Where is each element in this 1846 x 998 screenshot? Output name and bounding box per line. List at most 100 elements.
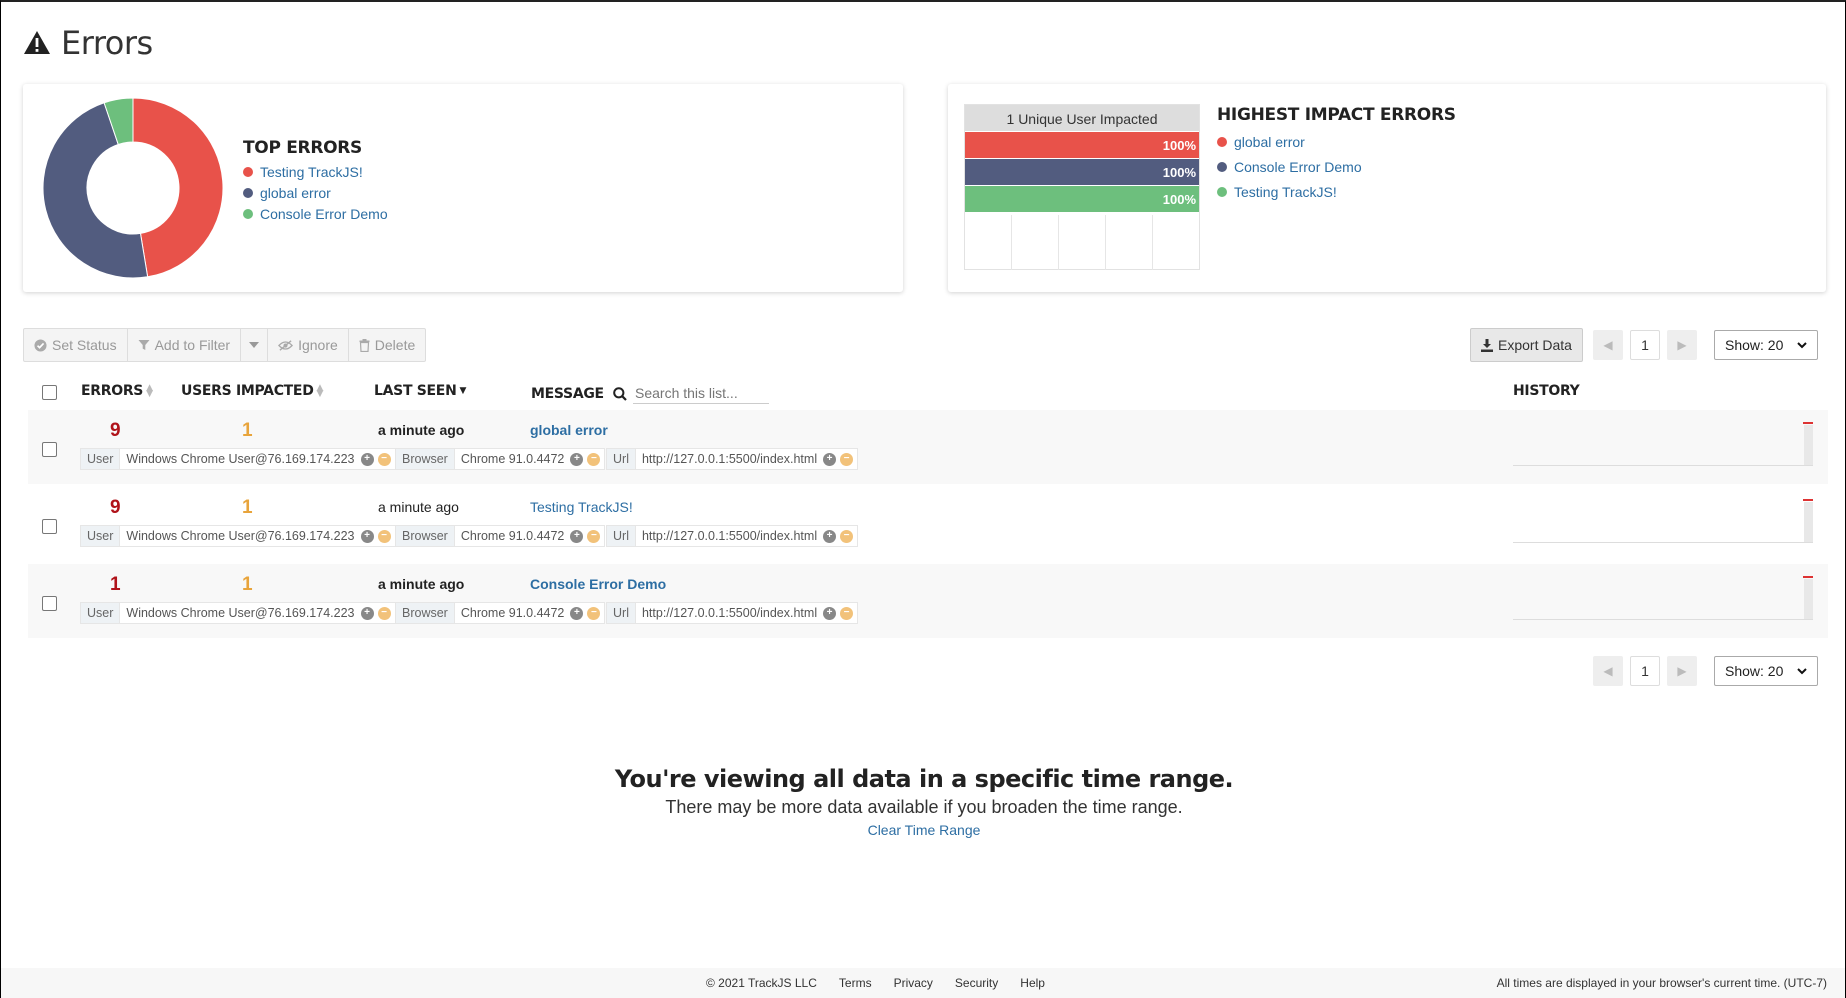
error-message-link[interactable]: Testing TrackJS! (530, 499, 633, 515)
error-count: 9 (110, 497, 121, 518)
help-link[interactable]: Help (1020, 976, 1045, 990)
table-row[interactable]: 1 1 a minute ago Console Error Demo User… (28, 564, 1828, 638)
top-errors-heading: TOP ERRORS (243, 138, 363, 158)
row-checkbox[interactable] (42, 519, 57, 534)
error-message-link[interactable]: global error (530, 422, 608, 438)
legend-item: global error (243, 185, 388, 201)
users-impacted-column-header[interactable]: USERS IMPACTED ▲ ▼ (181, 383, 323, 399)
highest-impact-panel: HIGHEST IMPACT ERRORS global error Conso… (1217, 105, 1456, 200)
prev-page-button[interactable]: ◀ (1593, 330, 1623, 360)
tag-key: Browser (396, 603, 455, 623)
plus-circle-icon[interactable]: + (360, 452, 374, 466)
ignore-button[interactable]: Ignore (268, 329, 349, 361)
tag-value: Chrome 91.0.4472 (460, 452, 565, 466)
legend-dot (1217, 187, 1227, 197)
last-seen-column-header[interactable]: LAST SEEN ▼ (374, 383, 466, 399)
impact-grid (965, 215, 1199, 270)
add-to-filter-dropdown[interactable] (241, 329, 269, 361)
plus-circle-icon[interactable]: + (360, 529, 374, 543)
donut-slice[interactable] (132, 97, 224, 278)
history-sparkline (1513, 499, 1813, 543)
minus-circle-icon[interactable]: − (587, 529, 601, 543)
top-errors-legend: Testing TrackJS! global error Console Er… (243, 164, 388, 222)
plus-circle-icon[interactable]: + (570, 529, 584, 543)
set-status-button[interactable]: Set Status (24, 329, 128, 361)
legend-item: Console Error Demo (1217, 159, 1456, 175)
tag-key: Url (607, 449, 636, 469)
privacy-link[interactable]: Privacy (894, 976, 933, 990)
page-number[interactable]: 1 (1630, 330, 1660, 360)
table-row[interactable]: 9 1 a minute ago global error User Windo… (28, 410, 1828, 484)
security-link[interactable]: Security (955, 976, 998, 990)
errors-column-header[interactable]: ERRORS ▲ ▼ (81, 383, 153, 399)
legend-dot (1217, 162, 1227, 172)
row-checkbox[interactable] (42, 596, 57, 611)
clear-time-range-link[interactable]: Clear Time Range (1, 822, 1846, 838)
minus-circle-icon[interactable]: − (587, 606, 601, 620)
plus-circle-icon[interactable]: + (570, 452, 584, 466)
impact-bar[interactable]: 100% (965, 186, 1199, 212)
minus-circle-icon[interactable]: − (377, 606, 391, 620)
plus-circle-icon[interactable]: + (570, 606, 584, 620)
time-range-notice: You're viewing all data in a specific ti… (1, 765, 1846, 838)
eye-slash-icon (278, 339, 294, 351)
minus-circle-icon[interactable]: − (377, 452, 391, 466)
users-count: 1 (242, 420, 253, 441)
prev-page-button[interactable]: ◀ (1593, 656, 1623, 686)
error-message-link[interactable]: Console Error Demo (530, 576, 666, 592)
tag-value: Windows Chrome User@76.169.174.223 (126, 452, 355, 466)
legend-dot (243, 167, 253, 177)
page: Errors TOP ERRORS Testing TrackJS! globa… (0, 0, 1846, 998)
minus-circle-icon[interactable]: − (840, 452, 854, 466)
top-errors-donut-chart[interactable] (41, 96, 225, 280)
export-data-button[interactable]: Export Data (1470, 328, 1583, 362)
next-page-button[interactable]: ▶ (1667, 656, 1697, 686)
delete-button[interactable]: Delete (349, 329, 425, 361)
table-header: ERRORS ▲ ▼ USERS IMPACTED ▲ ▼ LAST SEEN ▼ … (23, 378, 1823, 408)
row-checkbox[interactable] (42, 442, 57, 457)
plus-circle-icon[interactable]: + (823, 452, 837, 466)
top-error-link[interactable]: Testing TrackJS! (260, 164, 363, 180)
plus-circle-icon[interactable]: + (823, 606, 837, 620)
highest-impact-card: 1 Unique User Impacted 100% 100% 100% HI… (948, 84, 1826, 292)
export-data-label: Export Data (1498, 337, 1572, 353)
table-row[interactable]: 9 1 a minute ago Testing TrackJS! User W… (28, 487, 1828, 561)
sort-desc-icon: ▼ (459, 386, 467, 396)
ignore-label: Ignore (298, 337, 338, 353)
plus-circle-icon[interactable]: + (360, 606, 374, 620)
users-count: 1 (242, 574, 253, 595)
history-sparkline (1513, 576, 1813, 620)
tag-value: Windows Chrome User@76.169.174.223 (126, 606, 355, 620)
chevron-down-icon (1797, 341, 1807, 348)
top-error-link[interactable]: global error (260, 185, 331, 201)
tag-key: User (81, 603, 121, 623)
impact-error-link[interactable]: Console Error Demo (1234, 159, 1362, 175)
page-size-select[interactable]: Show: 20 (1714, 656, 1818, 686)
impact-error-link[interactable]: global error (1234, 134, 1305, 150)
select-all-checkbox[interactable] (42, 385, 57, 400)
footer: © 2021 TrackJS LLC Terms Privacy Securit… (1, 968, 1845, 998)
minus-circle-icon[interactable]: − (840, 529, 854, 543)
impact-bar[interactable]: 100% (965, 159, 1199, 185)
page-size-select[interactable]: Show: 20 (1714, 330, 1818, 360)
minus-circle-icon[interactable]: − (377, 529, 391, 543)
pagination-bottom: ◀ 1 ▶ (1593, 656, 1697, 686)
legend-dot (243, 209, 253, 219)
page-number[interactable]: 1 (1630, 656, 1660, 686)
top-error-link[interactable]: Console Error Demo (260, 206, 388, 222)
history-peak (1803, 499, 1813, 501)
caret-down-icon (249, 342, 260, 348)
add-to-filter-button[interactable]: Add to Filter (128, 329, 242, 361)
minus-circle-icon[interactable]: − (587, 452, 601, 466)
plus-circle-icon[interactable]: + (823, 529, 837, 543)
search-icon (613, 386, 627, 401)
impact-bar[interactable]: 100% (965, 132, 1199, 158)
browser-tag: Browser Chrome 91.0.4472 + − (395, 525, 606, 547)
url-tag: Url http://127.0.0.1:5500/index.html + − (606, 525, 859, 547)
tag-key: User (81, 526, 121, 546)
minus-circle-icon[interactable]: − (840, 606, 854, 620)
terms-link[interactable]: Terms (839, 976, 872, 990)
impact-error-link[interactable]: Testing TrackJS! (1234, 184, 1337, 200)
next-page-button[interactable]: ▶ (1667, 330, 1697, 360)
search-input[interactable] (633, 383, 769, 404)
